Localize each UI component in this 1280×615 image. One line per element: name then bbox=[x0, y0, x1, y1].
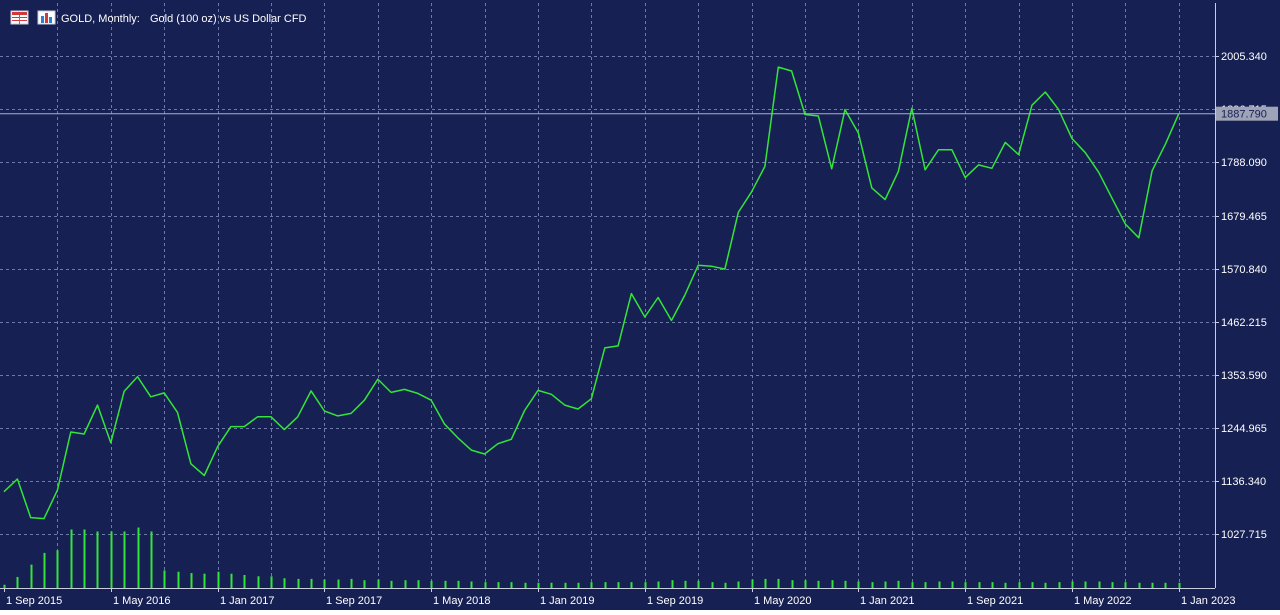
time-axis-label: 1 Jan 2019 bbox=[540, 595, 594, 607]
time-axis-label: 1 Sep 2015 bbox=[6, 595, 62, 607]
price-axis-label: 1244.965 bbox=[1221, 423, 1267, 435]
time-axis-label: 1 Sep 2019 bbox=[647, 595, 703, 607]
time-axis-label: 1 Sep 2017 bbox=[326, 595, 382, 607]
price-axis-label: 1570.840 bbox=[1221, 264, 1267, 276]
price-chart[interactable]: 2005.3401896.7151788.0901679.4651570.840… bbox=[0, 0, 1280, 610]
time-axis-label: 1 Jan 2021 bbox=[860, 595, 914, 607]
current-price-marker: 1887.790 bbox=[1216, 106, 1278, 121]
chart-window[interactable]: 2005.3401896.7151788.0901679.4651570.840… bbox=[0, 0, 1280, 610]
chart-indicator-icon[interactable] bbox=[37, 10, 56, 25]
price-axis-label: 1027.715 bbox=[1221, 529, 1267, 541]
price-axis-label: 1136.340 bbox=[1221, 476, 1266, 488]
time-axis-label: 1 May 2016 bbox=[113, 595, 170, 607]
time-axis-label: 1 Jan 2023 bbox=[1181, 595, 1235, 607]
time-axis-label: 1 May 2020 bbox=[754, 595, 811, 607]
time-axis-label: 1 May 2018 bbox=[433, 595, 490, 607]
time-axis-label: 1 Jan 2017 bbox=[220, 595, 274, 607]
chart-title-bar: GOLD, Monthly: Gold (100 oz) vs US Dolla… bbox=[10, 10, 307, 25]
current-price-label: 1887.790 bbox=[1221, 109, 1267, 121]
price-axis-label: 1462.215 bbox=[1221, 317, 1267, 329]
chart-background bbox=[0, 0, 1280, 610]
price-axis-label: 1353.590 bbox=[1221, 370, 1267, 382]
price-axis-label: 1679.465 bbox=[1221, 211, 1267, 223]
time-axis-label: 1 May 2022 bbox=[1074, 595, 1131, 607]
price-axis-label: 1788.090 bbox=[1221, 157, 1267, 169]
chart-title-description: Gold (100 oz) vs US Dollar CFD bbox=[150, 13, 307, 25]
chart-title-symbol: GOLD, Monthly: bbox=[61, 13, 140, 25]
time-axis-label: 1 Sep 2021 bbox=[967, 595, 1023, 607]
table-grid-icon[interactable] bbox=[10, 10, 29, 25]
price-axis-label: 2005.340 bbox=[1221, 51, 1267, 63]
